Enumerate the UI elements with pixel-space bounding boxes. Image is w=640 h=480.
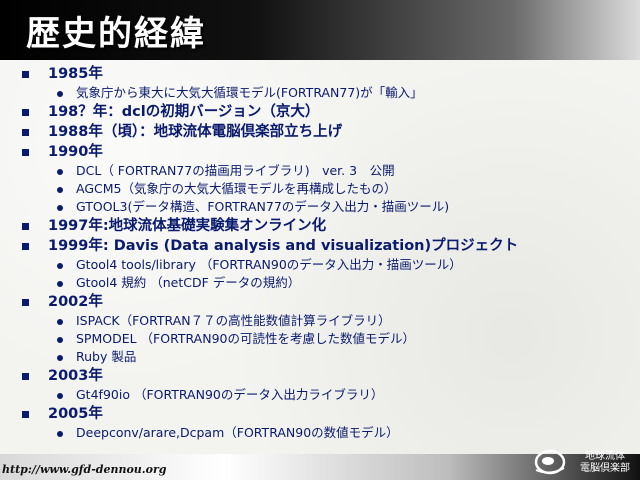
logo-text: 地球流体 電脳倶楽部 xyxy=(580,451,630,475)
history-subitem-text: AGCM5（気象庁の大気大循環モデルを再構成したもの） xyxy=(76,181,397,196)
round-bullet-icon xyxy=(57,281,63,287)
square-bullet-icon xyxy=(22,243,29,250)
history-subitem: Ruby 製品 xyxy=(0,348,640,366)
round-bullet-icon xyxy=(57,393,63,399)
history-subitem: Gtool4 規約 （netCDF データの規約） xyxy=(0,274,640,292)
history-item: 2002年 xyxy=(0,292,640,312)
history-item: 198？年：dclの初期バージョン（京大） xyxy=(0,102,640,122)
history-subitem-text: Ruby 製品 xyxy=(76,349,137,364)
history-subitem-text: GTOOL3(データ構造、FORTRAN77のデータ入出力・描画ツール) xyxy=(76,199,450,214)
history-subitem-text: Gtool4 規約 （netCDF データの規約） xyxy=(76,275,301,290)
history-item: 1990年 xyxy=(0,142,640,162)
history-item: 1985年 xyxy=(0,64,640,84)
history-subitem: 気象庁から東大に大気大循環モデル(FORTRAN77)が「輸入」 xyxy=(0,84,640,102)
history-list: 1985年気象庁から東大に大気大循環モデル(FORTRAN77)が「輸入」 198… xyxy=(0,64,640,442)
round-bullet-icon xyxy=(57,205,63,211)
history-subitem-text: 気象庁から東大に大気大循環モデル(FORTRAN77)が「輸入」 xyxy=(76,85,423,100)
history-subitem: GTOOL3(データ構造、FORTRAN77のデータ入出力・描画ツール) xyxy=(0,198,640,216)
history-item: 2005年 xyxy=(0,404,640,424)
square-bullet-icon xyxy=(22,149,29,156)
history-subitem-text: DCL（ FORTRAN77の描画用ライブラリ) ver. 3 公開 xyxy=(76,163,395,178)
history-item-label: 198？年：dclの初期バージョン（京大） xyxy=(48,104,320,120)
history-item-label: 2002年 xyxy=(48,294,103,310)
round-bullet-icon xyxy=(57,263,63,269)
history-item-label: 1999年: Davis (Data analysis and visualiz… xyxy=(48,238,519,254)
round-bullet-icon xyxy=(57,431,63,437)
logo-line2: 電脳倶楽部 xyxy=(580,463,630,474)
history-subitem: Gt4f90io （FORTRAN90のデータ入出力ライブラリ） xyxy=(0,386,640,404)
square-bullet-icon xyxy=(22,109,29,116)
square-bullet-icon xyxy=(22,71,29,78)
history-item-label: 1990年 xyxy=(48,144,103,160)
square-bullet-icon xyxy=(22,223,29,230)
title-bar: 歴史的経緯 xyxy=(0,0,640,60)
round-bullet-icon xyxy=(57,337,63,343)
round-bullet-icon xyxy=(57,355,63,361)
history-subitem: ISPACK（FORTRAN７７の高性能数値計算ライブラリ） xyxy=(0,312,640,330)
logo-line1: 地球流体 xyxy=(585,451,625,462)
history-item-label: 1988年（頃）：地球流体電脳倶楽部立ち上げ xyxy=(48,124,343,140)
round-bullet-icon xyxy=(57,187,63,193)
history-subitem-text: Gt4f90io （FORTRAN90のデータ入出力ライブラリ） xyxy=(76,387,384,402)
history-item: 1997年:地球流体基礎実験集オンライン化 xyxy=(0,216,640,236)
history-item-label: 1997年:地球流体基礎実験集オンライン化 xyxy=(48,218,327,234)
footer-url[interactable]: http://www.gfd-dennou.org xyxy=(2,463,166,476)
round-bullet-icon xyxy=(57,91,63,97)
history-subitem-text: Deepconv/arare,Dcpam（FORTRAN90の数値モデル） xyxy=(76,425,399,440)
history-item-label: 2005年 xyxy=(48,406,103,422)
history-item: 1988年（頃）：地球流体電脳倶楽部立ち上げ xyxy=(0,122,640,142)
history-item: 1999年: Davis (Data analysis and visualiz… xyxy=(0,236,640,256)
square-bullet-icon xyxy=(22,373,29,380)
history-subitem: Gtool4 tools/library （FORTRAN90のデータ入出力・描… xyxy=(0,256,640,274)
history-item-label: 1985年 xyxy=(48,66,103,82)
square-bullet-icon xyxy=(22,411,29,418)
history-subitem-text: ISPACK（FORTRAN７７の高性能数値計算ライブラリ） xyxy=(76,313,391,328)
history-item-label: 2003年 xyxy=(48,368,103,384)
history-subitem: AGCM5（気象庁の大気大循環モデルを再構成したもの） xyxy=(0,180,640,198)
square-bullet-icon xyxy=(22,129,29,136)
slide-title: 歴史的経緯 xyxy=(26,14,206,54)
round-bullet-icon xyxy=(57,319,63,325)
history-subitem: SPMODEL （FORTRAN90の可読性を考慮した数値モデル） xyxy=(0,330,640,348)
history-subitem: Deepconv/arare,Dcpam（FORTRAN90の数値モデル） xyxy=(0,424,640,442)
history-item: 2003年 xyxy=(0,366,640,386)
round-bullet-icon xyxy=(57,169,63,175)
history-subitem-text: Gtool4 tools/library （FORTRAN90のデータ入出力・描… xyxy=(76,257,462,272)
history-subitem: DCL（ FORTRAN77の描画用ライブラリ) ver. 3 公開 xyxy=(0,162,640,180)
square-bullet-icon xyxy=(22,299,29,306)
history-subitem-text: SPMODEL （FORTRAN90の可読性を考慮した数値モデル） xyxy=(76,331,415,346)
